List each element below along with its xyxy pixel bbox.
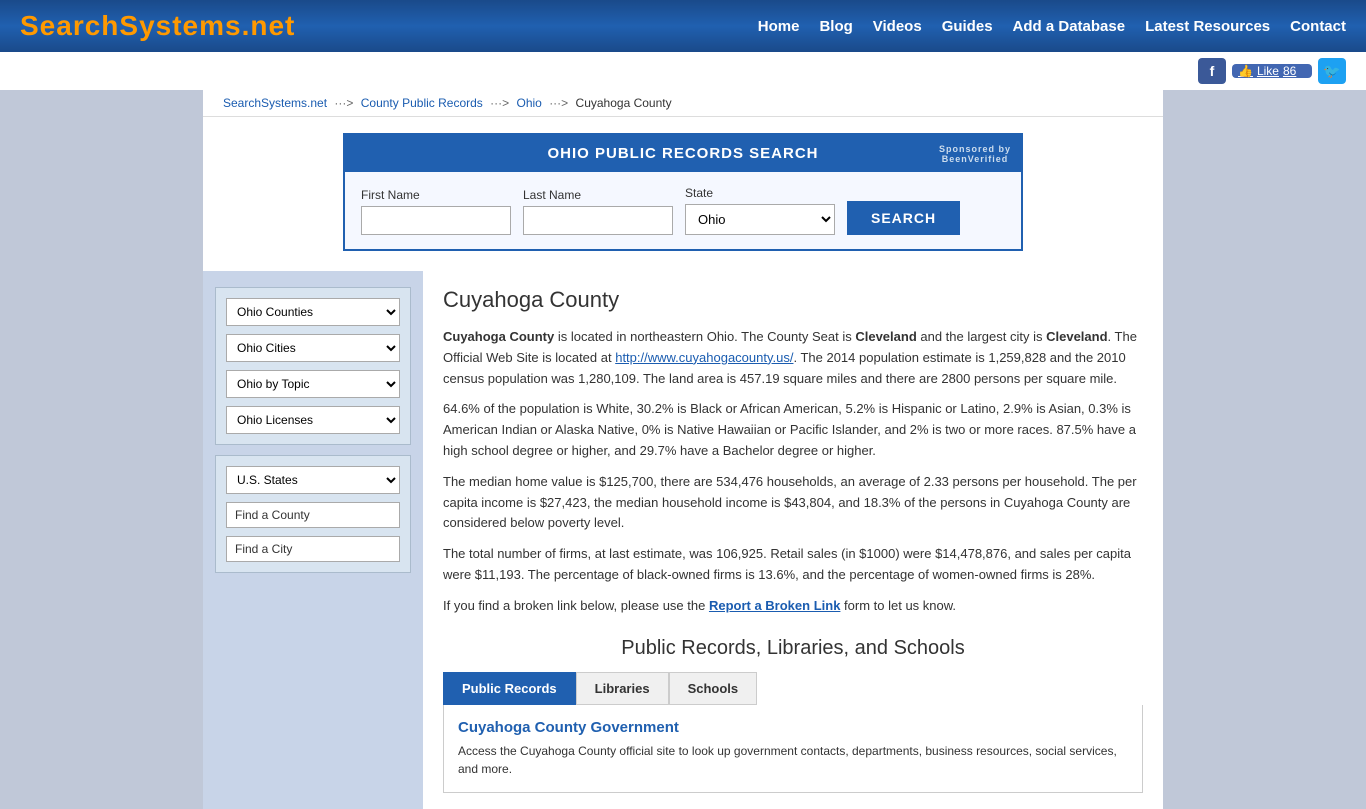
breadcrumb-sep-2: ···> [490,96,509,110]
search-button[interactable]: SEARCH [847,201,960,235]
nav-blog[interactable]: Blog [819,18,852,35]
sidebar-section-ohio: Ohio Counties Ohio Cities Ohio by Topic … [215,287,411,445]
section-title: Public Records, Libraries, and Schools [443,637,1143,660]
content-area: Ohio Counties Ohio Cities Ohio by Topic … [203,271,1163,809]
broken-link-post: form to let us know. [840,598,956,613]
sponsored-label: Sponsored byBeenVerified [939,144,1011,164]
main-nav: Home Blog Videos Guides Add a Database L… [758,18,1346,35]
nav-home[interactable]: Home [758,18,800,35]
header: SearchSystems.net Home Blog Videos Guide… [0,0,1366,52]
ohio-counties-select[interactable]: Ohio Counties [226,298,400,326]
breadcrumb-home[interactable]: SearchSystems.net [223,96,327,110]
county-desc-4: The total number of firms, at last estim… [443,544,1143,586]
tab-schools[interactable]: Schools [669,672,758,705]
search-box-title: OHIO PUBLIC RECORDS SEARCH [547,145,818,162]
tab-content-public-records: Cuyahoga County Government Access the Cu… [443,705,1143,793]
first-name-label: First Name [361,188,511,202]
breadcrumb-sep-1: ···> [334,96,353,110]
tabs-bar: Public Records Libraries Schools [443,672,1143,705]
record-desc: Access the Cuyahoga County official site… [458,742,1128,778]
breadcrumb-ohio[interactable]: Ohio [516,96,541,110]
county-desc-2: 64.6% of the population is White, 30.2% … [443,399,1143,461]
ohio-licenses-select[interactable]: Ohio Licenses [226,406,400,434]
main-content: Cuyahoga County Cuyahoga County is locat… [423,271,1163,809]
county-desc-1: Cuyahoga County is located in northeaste… [443,327,1143,389]
us-states-select[interactable]: U.S. States [226,466,400,494]
breadcrumb: SearchSystems.net ···> County Public Rec… [203,90,1163,117]
ohio-cities-select[interactable]: Ohio Cities [226,334,400,362]
county-website-link[interactable]: http://www.cuyahogacounty.us/ [615,350,793,365]
last-name-input[interactable] [523,206,673,235]
broken-link-pre: If you find a broken link below, please … [443,598,709,613]
nav-videos[interactable]: Videos [873,18,922,35]
first-name-input[interactable] [361,206,511,235]
search-box-container: OHIO PUBLIC RECORDS SEARCH Sponsored byB… [203,117,1163,271]
logo-suffix: .net [242,10,296,41]
state-select[interactable]: Ohio [685,204,835,235]
find-county-link[interactable]: Find a County [226,502,400,528]
county-desc-3: The median home value is $125,700, there… [443,472,1143,534]
social-bar: f 👍 Like 86 🐦 [0,52,1366,90]
like-count: 86 [1283,64,1296,78]
record-title[interactable]: Cuyahoga County Government [458,719,1128,736]
breadcrumb-county-public-records[interactable]: County Public Records [361,96,483,110]
nav-guides[interactable]: Guides [942,18,993,35]
main-wrapper: SearchSystems.net ···> County Public Rec… [203,90,1163,809]
find-city-link[interactable]: Find a City [226,536,400,562]
county-seat-bold: Cleveland [855,329,916,344]
county-name-bold: Cuyahoga County [443,329,554,344]
like-label: Like [1257,64,1279,78]
nav-contact[interactable]: Contact [1290,18,1346,35]
last-name-field: Last Name [523,188,673,235]
tab-public-records[interactable]: Public Records [443,672,576,705]
breadcrumb-current: Cuyahoga County [576,96,672,110]
search-box-header: OHIO PUBLIC RECORDS SEARCH Sponsored byB… [345,135,1021,172]
nav-latest-resources[interactable]: Latest Resources [1145,18,1270,35]
last-name-label: Last Name [523,188,673,202]
state-field: State Ohio [685,186,835,235]
county-title: Cuyahoga County [443,287,1143,313]
sidebar-section-us: U.S. States Find a County Find a City [215,455,411,573]
logo-text: SearchSystems [20,10,242,41]
nav-add-database[interactable]: Add a Database [1013,18,1126,35]
report-broken-link[interactable]: Report a Broken Link [709,598,840,613]
broken-link-para: If you find a broken link below, please … [443,596,1143,617]
sidebar: Ohio Counties Ohio Cities Ohio by Topic … [203,271,423,809]
like-icon: 👍 [1238,64,1253,78]
ohio-by-topic-select[interactable]: Ohio by Topic [226,370,400,398]
twitter-icon[interactable]: 🐦 [1318,58,1346,84]
breadcrumb-sep-3: ···> [549,96,568,110]
facebook-like-button[interactable]: 👍 Like 86 [1232,64,1312,78]
tab-libraries[interactable]: Libraries [576,672,669,705]
search-box-body: First Name Last Name State Ohio SEARCH [345,172,1021,249]
search-box: OHIO PUBLIC RECORDS SEARCH Sponsored byB… [343,133,1023,251]
state-label: State [685,186,835,200]
first-name-field: First Name [361,188,511,235]
logo[interactable]: SearchSystems.net [20,10,295,42]
facebook-icon[interactable]: f [1198,58,1226,84]
largest-city-bold: Cleveland [1046,329,1107,344]
